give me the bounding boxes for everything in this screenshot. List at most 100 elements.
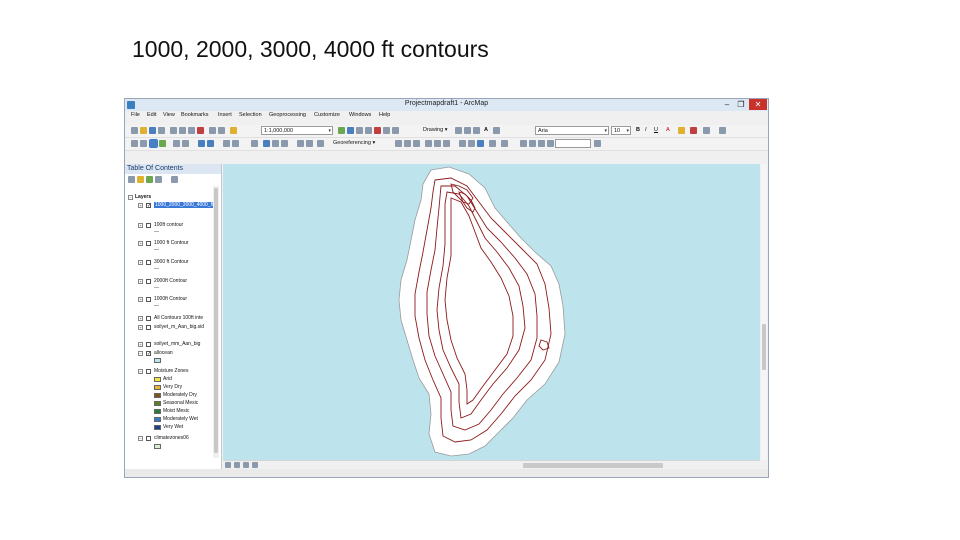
geo-tool-4-icon[interactable] xyxy=(425,140,432,147)
expand-icon[interactable]: − xyxy=(138,369,143,374)
toc-layer-100ft-contour[interactable]: 100ft contour xyxy=(154,222,183,228)
italic-button[interactable]: I xyxy=(645,127,647,133)
map-scale-combo[interactable]: 1:1,000,000 ▾ xyxy=(261,126,333,135)
select-elements-icon[interactable] xyxy=(455,127,462,134)
pause-drawing-icon[interactable] xyxy=(252,462,258,468)
expand-icon[interactable]: + xyxy=(138,279,143,284)
expand-icon[interactable]: + xyxy=(138,297,143,302)
toc-layer-1000ft-contour-b[interactable]: 1000ft Contour xyxy=(154,296,187,302)
geo-tool-7-icon[interactable] xyxy=(459,140,466,147)
list-by-source-icon[interactable] xyxy=(137,176,144,183)
menu-edit[interactable]: Edit xyxy=(147,112,156,118)
geo-tool-10-icon[interactable] xyxy=(489,140,496,147)
delete-icon[interactable] xyxy=(197,127,204,134)
zoom-in-icon[interactable] xyxy=(131,140,138,147)
toc-layer-2000ft-contour[interactable]: 2000ft Contour xyxy=(154,278,187,284)
font-color-button[interactable]: A xyxy=(666,127,670,133)
geo-tool-8-icon[interactable] xyxy=(468,140,475,147)
new-map-icon[interactable] xyxy=(131,127,138,134)
save-icon[interactable] xyxy=(149,127,156,134)
cut-icon[interactable] xyxy=(170,127,177,134)
layer-checkbox[interactable] xyxy=(146,279,151,284)
hyperlink-icon[interactable] xyxy=(272,140,279,147)
layer-checkbox[interactable] xyxy=(146,316,151,321)
print-icon[interactable] xyxy=(158,127,165,134)
layer-checkbox[interactable] xyxy=(146,223,151,228)
geo-tool-11-icon[interactable] xyxy=(501,140,508,147)
layer-checkbox[interactable] xyxy=(146,260,151,265)
font-size-combo[interactable]: 10 ▾ xyxy=(611,126,631,135)
layer-checkbox[interactable] xyxy=(146,241,151,246)
forward-extent-icon[interactable] xyxy=(207,140,214,147)
text-options-icon[interactable] xyxy=(493,127,500,134)
geo-tool-13-icon[interactable] xyxy=(529,140,536,147)
find-icon[interactable] xyxy=(306,140,313,147)
rotate-icon[interactable] xyxy=(464,127,471,134)
back-extent-icon[interactable] xyxy=(198,140,205,147)
toc-layer-climatezones[interactable]: climatezones06 xyxy=(154,435,189,441)
geo-tool-14-icon[interactable] xyxy=(538,140,545,147)
toc-layer-1000-2000-3000-4000[interactable]: 1000_2000_3000_4000_ft xyxy=(154,202,215,208)
pan-icon[interactable] xyxy=(149,139,158,148)
layer-checkbox[interactable] xyxy=(146,369,151,374)
toc-layer-soil-sid[interactable]: soilyet_m_Aan_big.sid xyxy=(154,324,204,330)
fixed-zoom-out-icon[interactable] xyxy=(182,140,189,147)
menu-file[interactable]: File xyxy=(131,112,140,118)
layer-checkbox[interactable] xyxy=(146,297,151,302)
clear-selection-icon[interactable] xyxy=(232,140,239,147)
copy-icon[interactable] xyxy=(179,127,186,134)
map-vertical-scroll-thumb[interactable] xyxy=(762,324,766,370)
geo-tool-5-icon[interactable] xyxy=(434,140,441,147)
menu-help[interactable]: Help xyxy=(379,112,390,118)
html-popup-icon[interactable] xyxy=(281,140,288,147)
layer-checkbox[interactable]: ✓ xyxy=(146,351,151,357)
list-by-visibility-icon[interactable] xyxy=(146,176,153,183)
expand-layers-icon[interactable]: − xyxy=(128,195,133,200)
measure-icon[interactable] xyxy=(297,140,304,147)
list-by-selection-icon[interactable] xyxy=(155,176,162,183)
toc-layer-all-contours[interactable]: All Contours 100ft inte xyxy=(154,315,203,321)
expand-icon[interactable]: − xyxy=(138,436,143,441)
arctoolbox-icon[interactable] xyxy=(374,127,381,134)
open-icon[interactable] xyxy=(140,127,147,134)
refresh-view-icon[interactable] xyxy=(243,462,249,468)
layer-checkbox[interactable]: ✓ xyxy=(146,203,151,209)
menu-customize[interactable]: Customize xyxy=(314,112,340,118)
toc-layer-allocean[interactable]: allocean xyxy=(154,350,173,356)
font-name-combo[interactable]: Aria ▾ xyxy=(535,126,609,135)
geo-tool-9-icon[interactable] xyxy=(477,140,484,147)
layers-root[interactable]: Layers xyxy=(135,194,151,200)
paste-icon[interactable] xyxy=(188,127,195,134)
marker-color-icon[interactable] xyxy=(703,127,710,134)
georeferencing-menu[interactable]: Georeferencing ▾ xyxy=(333,140,375,146)
close-button[interactable]: ✕ xyxy=(749,99,767,110)
expand-icon[interactable]: + xyxy=(138,316,143,321)
model-builder-icon[interactable] xyxy=(392,127,399,134)
toc-layer-3000ft-contour[interactable]: 3000 ft Contour xyxy=(154,259,188,265)
find-route-icon[interactable] xyxy=(317,140,324,147)
geo-tool-6-icon[interactable] xyxy=(443,140,450,147)
geo-tool-12-icon[interactable] xyxy=(520,140,527,147)
table-icon[interactable] xyxy=(347,127,354,134)
redo-icon[interactable] xyxy=(218,127,225,134)
fixed-zoom-in-icon[interactable] xyxy=(173,140,180,147)
menu-view[interactable]: View xyxy=(163,112,175,118)
list-by-drawing-order-icon[interactable] xyxy=(128,176,135,183)
map-horizontal-scroll-thumb[interactable] xyxy=(523,463,663,468)
fill-color-icon[interactable] xyxy=(678,127,685,134)
add-data-icon[interactable] xyxy=(230,127,237,134)
toc-layer-moisture-zones[interactable]: Moisture Zones xyxy=(154,368,188,374)
text-tool-icon[interactable]: A xyxy=(484,127,488,133)
expand-icon[interactable]: + xyxy=(138,325,143,330)
rectangle-icon[interactable] xyxy=(473,127,480,134)
geo-tool-3-icon[interactable] xyxy=(413,140,420,147)
geo-tool-15-icon[interactable] xyxy=(547,140,554,147)
line-color-icon[interactable] xyxy=(690,127,697,134)
bold-button[interactable]: B xyxy=(636,127,640,133)
map-canvas[interactable] xyxy=(223,164,760,460)
toc-layer-1000ft-contour-a[interactable]: 1000 ft Contour xyxy=(154,240,188,246)
expand-icon[interactable]: + xyxy=(138,260,143,265)
expand-icon[interactable]: − xyxy=(138,351,143,356)
more-tools-icon[interactable] xyxy=(719,127,726,134)
layer-checkbox[interactable] xyxy=(146,342,151,347)
